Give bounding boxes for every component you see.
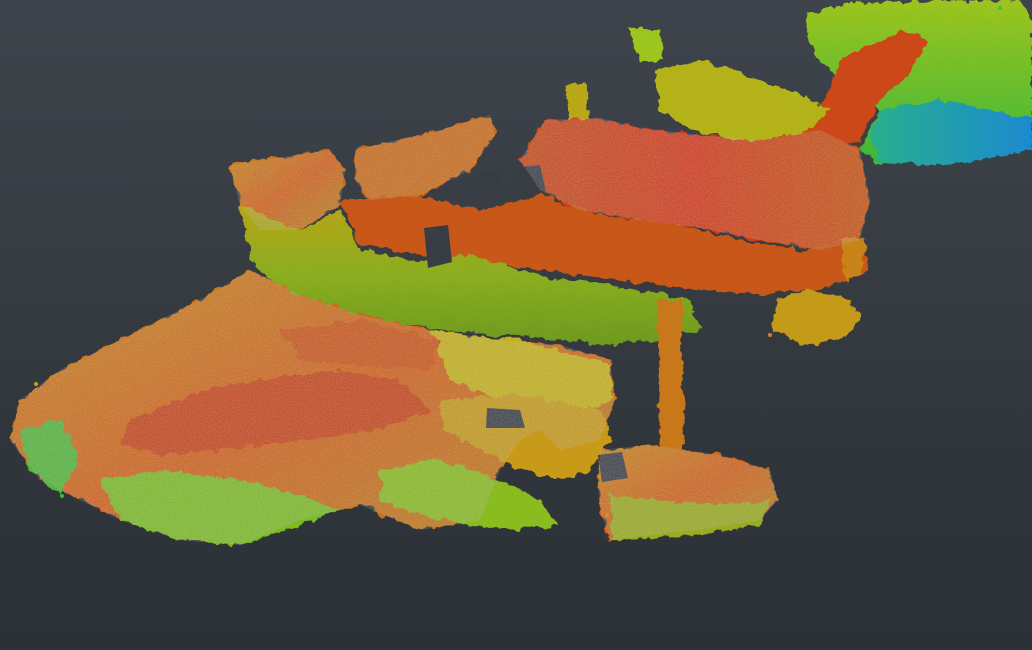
point: [855, 318, 859, 322]
point: [638, 38, 642, 42]
point: [793, 93, 797, 97]
point: [60, 494, 64, 498]
upper-fragment: [628, 28, 662, 62]
point: [34, 382, 38, 386]
point-cloud-render[interactable]: [0, 0, 1032, 650]
right-outlier: [775, 290, 860, 345]
point: [605, 513, 609, 517]
point: [998, 6, 1002, 10]
vertical-spur: [658, 300, 684, 452]
point: [768, 333, 772, 337]
3d-viewport[interactable]: [0, 0, 1032, 650]
mid-upper-ridge: [655, 60, 830, 140]
void-1: [424, 225, 452, 268]
void-5: [470, 172, 505, 202]
